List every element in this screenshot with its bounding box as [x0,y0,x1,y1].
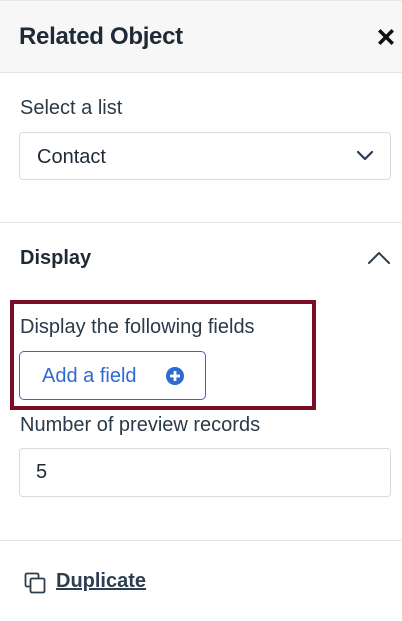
chevron-down-icon [356,150,374,161]
copy-icon [24,572,46,594]
footer-divider [0,540,402,541]
chevron-up-icon[interactable] [367,250,391,266]
preview-records-label: Number of preview records [20,414,261,436]
preview-records-input[interactable] [19,448,391,497]
panel-title: Related Object [19,23,183,50]
list-select-value: Contact [37,146,106,168]
list-select[interactable]: Contact [19,132,391,180]
panel-header: Related Object [0,0,402,73]
duplicate-link[interactable]: Duplicate [56,570,146,593]
plus-circle-icon [166,367,184,385]
select-list-label: Select a list [20,97,123,119]
close-button[interactable] [374,25,398,49]
add-field-button[interactable]: Add a field [19,351,206,400]
related-object-panel: Related Object Select a list Contact Dis… [0,0,402,621]
section-divider [0,222,402,223]
display-section-title: Display [20,247,92,269]
close-icon [378,29,394,45]
add-field-label: Add a field [42,365,137,387]
display-fields-label: Display the following fields [20,316,255,338]
